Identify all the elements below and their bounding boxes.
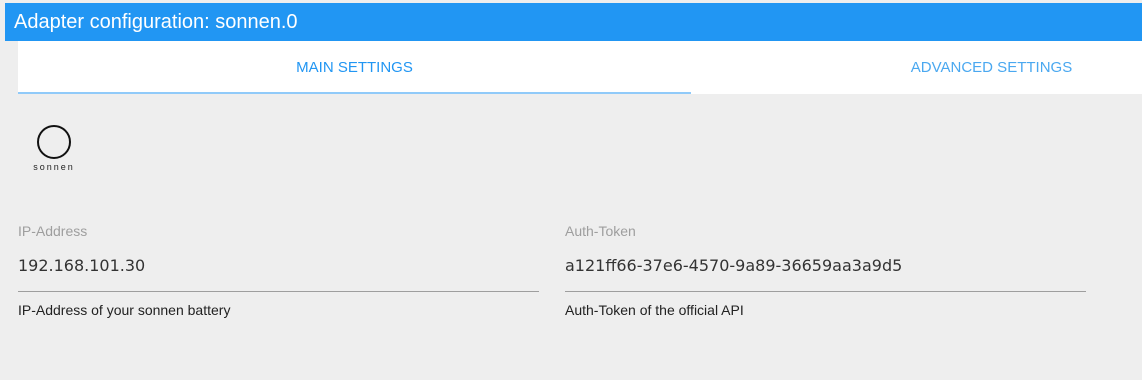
ip-address-input[interactable] [18, 255, 539, 277]
tab-bar: MAIN SETTINGS ADVANCED SETTINGS [18, 41, 1142, 94]
tab-main-settings[interactable]: MAIN SETTINGS [18, 41, 691, 94]
auth-token-input[interactable] [565, 255, 1086, 277]
tab-advanced-settings[interactable]: ADVANCED SETTINGS [691, 41, 1142, 94]
auth-token-underline [565, 291, 1086, 292]
logo-ring [37, 125, 71, 159]
ip-address-underline [18, 291, 539, 292]
ip-address-label: IP-Address [18, 223, 88, 239]
window-title: Adapter configuration: sonnen.0 [5, 3, 1142, 41]
sonnen-logo-icon: sonnen [28, 124, 80, 176]
logo-text: sonnen [33, 162, 75, 172]
auth-token-helper-text: Auth-Token of the official API [565, 302, 744, 318]
ip-address-field-group: IP-Address IP-Address of your sonnen bat… [18, 222, 539, 318]
auth-token-label: Auth-Token [565, 223, 636, 239]
auth-token-field-group: Auth-Token Auth-Token of the official AP… [565, 222, 1086, 318]
ip-address-helper-text: IP-Address of your sonnen battery [18, 302, 231, 318]
active-tab-indicator [18, 92, 691, 94]
